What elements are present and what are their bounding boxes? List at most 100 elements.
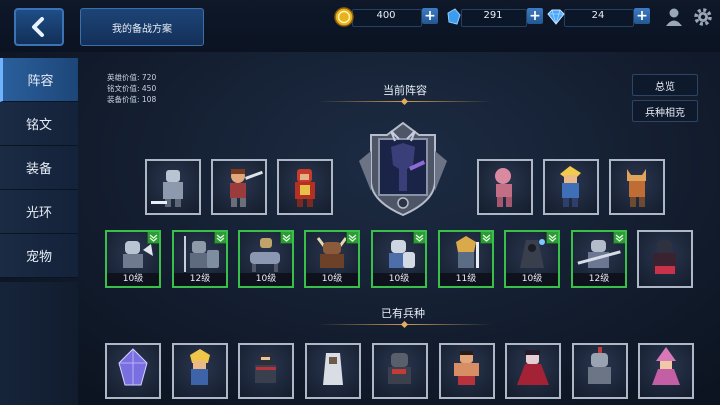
upgrade-flag-icon bbox=[546, 232, 558, 244]
lineup-slot-cat-warrior[interactable] bbox=[609, 159, 665, 215]
equip-value-text: 装备价值: 108 bbox=[107, 95, 157, 104]
upgrade-flag-icon bbox=[613, 232, 625, 244]
lineup-slot-knight[interactable] bbox=[145, 159, 201, 215]
vampire-unit-icon bbox=[517, 350, 549, 385]
troop-level: 10级 bbox=[506, 273, 558, 286]
sidebar-item-equipment[interactable]: 装备 bbox=[0, 146, 78, 190]
diamond-value: 24 bbox=[591, 10, 605, 21]
rune-value-text: 铭文价值: 450 bbox=[107, 84, 157, 93]
lineup-title: 当前阵容 bbox=[383, 84, 427, 97]
troop-level: 10级 bbox=[240, 273, 292, 286]
troop-slot-hooded-mage[interactable]: 10级 bbox=[504, 230, 560, 288]
sidebar-item-label: 宠物 bbox=[25, 250, 52, 265]
blonde-fighter-unit-icon bbox=[560, 166, 581, 207]
upgrade-flag-icon bbox=[280, 232, 292, 244]
gold-counter: 400 + bbox=[334, 7, 438, 27]
brawler-unit-icon bbox=[454, 351, 479, 385]
hero-shield-frame[interactable] bbox=[351, 121, 455, 217]
sidebar-item-lineup[interactable]: 阵容 bbox=[0, 58, 78, 102]
sidebar-item-aura[interactable]: 光环 bbox=[0, 190, 78, 234]
sidebar-item-pets[interactable]: 宠物 bbox=[0, 234, 78, 278]
troop-level: 10级 bbox=[107, 273, 159, 286]
lineup-slot-pink-rogue[interactable] bbox=[477, 159, 533, 215]
pink-rogue-unit-icon bbox=[495, 168, 512, 207]
my-plan-button[interactable]: 我的备战方案 bbox=[80, 8, 204, 46]
upgrade-flag-icon bbox=[214, 232, 226, 244]
back-button[interactable] bbox=[14, 8, 64, 46]
sidebar-item-runes[interactable]: 铭文 bbox=[0, 102, 78, 146]
add-diamond-button[interactable]: + bbox=[634, 8, 650, 24]
top-bar: 我的备战方案 400 + 291 + 24 + bbox=[0, 0, 720, 52]
troop-level: 10级 bbox=[373, 273, 425, 286]
sidebar-footer bbox=[0, 282, 78, 405]
dark-knight-unit-icon bbox=[388, 353, 411, 384]
owned-unit-blonde-archer[interactable] bbox=[172, 343, 228, 399]
hero-value-text: 英雄价值: 720 bbox=[107, 73, 157, 82]
red-warrior-unit-icon bbox=[295, 169, 315, 207]
troop-level: 12级 bbox=[573, 273, 625, 286]
lineup-slot-swordsman[interactable] bbox=[211, 159, 267, 215]
lineup-slot-red-warrior[interactable] bbox=[277, 159, 333, 215]
gold-value: 400 bbox=[376, 10, 396, 21]
troop-slot-lancer[interactable]: 12级 bbox=[571, 230, 627, 288]
diamond-icon bbox=[547, 9, 565, 25]
cat-warrior-unit-icon bbox=[627, 169, 646, 207]
troop-slot-swordmaster[interactable]: 11级 bbox=[438, 230, 494, 288]
crystal-golem-unit-icon bbox=[118, 348, 148, 386]
title-divider-ornament bbox=[400, 97, 409, 106]
troop-slot-shield-guard[interactable]: 10级 bbox=[371, 230, 427, 288]
troop-slot-shadow-knight[interactable] bbox=[637, 230, 693, 288]
value-stats: 英雄价值: 720 铭文价值: 450 装备价值: 108 bbox=[107, 72, 156, 105]
armored-knight-unit-icon bbox=[588, 347, 611, 384]
sidebar-nav: 阵容 铭文 装备 光环 宠物 bbox=[0, 58, 78, 278]
owned-unit-crystal-golem[interactable] bbox=[105, 343, 161, 399]
counter-button[interactable]: 兵种相克 bbox=[632, 100, 698, 122]
pink-witch-unit-icon bbox=[652, 347, 680, 385]
settings-gear-icon[interactable] bbox=[692, 6, 714, 28]
my-plan-label: 我的备战方案 bbox=[112, 23, 172, 35]
lineup-slot-blonde-fighter[interactable] bbox=[543, 159, 599, 215]
owned-unit-pink-witch[interactable] bbox=[638, 343, 694, 399]
owned-unit-white-hood[interactable] bbox=[305, 343, 361, 399]
crystal-counter: 291 + bbox=[443, 7, 543, 27]
upgrade-flag-icon bbox=[346, 232, 358, 244]
troop-slot-horned-warrior[interactable]: 10级 bbox=[304, 230, 360, 288]
troop-slot-spearman[interactable]: 12级 bbox=[172, 230, 228, 288]
user-profile-icon[interactable] bbox=[664, 7, 684, 27]
swordsman-unit-icon bbox=[230, 169, 263, 207]
sidebar-item-label: 阵容 bbox=[27, 74, 54, 89]
owned-unit-armored-knight[interactable] bbox=[572, 343, 628, 399]
blonde-archer-unit-icon bbox=[190, 349, 210, 385]
knight-unit-icon bbox=[151, 170, 183, 207]
white-hood-unit-icon bbox=[323, 353, 343, 385]
sidebar-item-label: 装备 bbox=[25, 162, 52, 177]
diamond-counter: 24 + bbox=[546, 7, 650, 27]
owned-unit-vampire[interactable] bbox=[505, 343, 561, 399]
sidebar-item-label: 光环 bbox=[25, 206, 52, 221]
crystal-value: 291 bbox=[483, 10, 503, 21]
owned-unit-ninja[interactable] bbox=[238, 343, 294, 399]
overview-button[interactable]: 总览 bbox=[632, 74, 698, 96]
crystal-icon bbox=[447, 8, 461, 25]
add-gold-button[interactable]: + bbox=[422, 8, 438, 24]
owned-unit-dark-knight[interactable] bbox=[372, 343, 428, 399]
troop-slot-axe-knight[interactable]: 10级 bbox=[105, 230, 161, 288]
owned-title: 已有兵种 bbox=[381, 307, 425, 320]
gold-coin-icon bbox=[334, 7, 354, 27]
owned-divider-ornament bbox=[400, 320, 409, 329]
troop-slot-cavalry[interactable]: 10级 bbox=[238, 230, 294, 288]
troop-level: 12级 bbox=[174, 273, 226, 286]
counter-label: 兵种相克 bbox=[645, 107, 685, 119]
upgrade-flag-icon bbox=[480, 232, 492, 244]
owned-unit-brawler[interactable] bbox=[439, 343, 495, 399]
shadow-knight-unit-icon bbox=[653, 240, 676, 274]
ninja-unit-icon bbox=[255, 353, 276, 383]
add-crystal-button[interactable]: + bbox=[527, 8, 543, 24]
chevron-left-icon bbox=[32, 17, 44, 37]
troop-level: 11级 bbox=[440, 273, 492, 286]
sidebar-item-label: 铭文 bbox=[25, 118, 52, 133]
overview-label: 总览 bbox=[655, 81, 675, 93]
troop-level: 10级 bbox=[306, 273, 358, 286]
upgrade-flag-icon bbox=[413, 232, 425, 244]
upgrade-flag-icon bbox=[147, 232, 159, 244]
